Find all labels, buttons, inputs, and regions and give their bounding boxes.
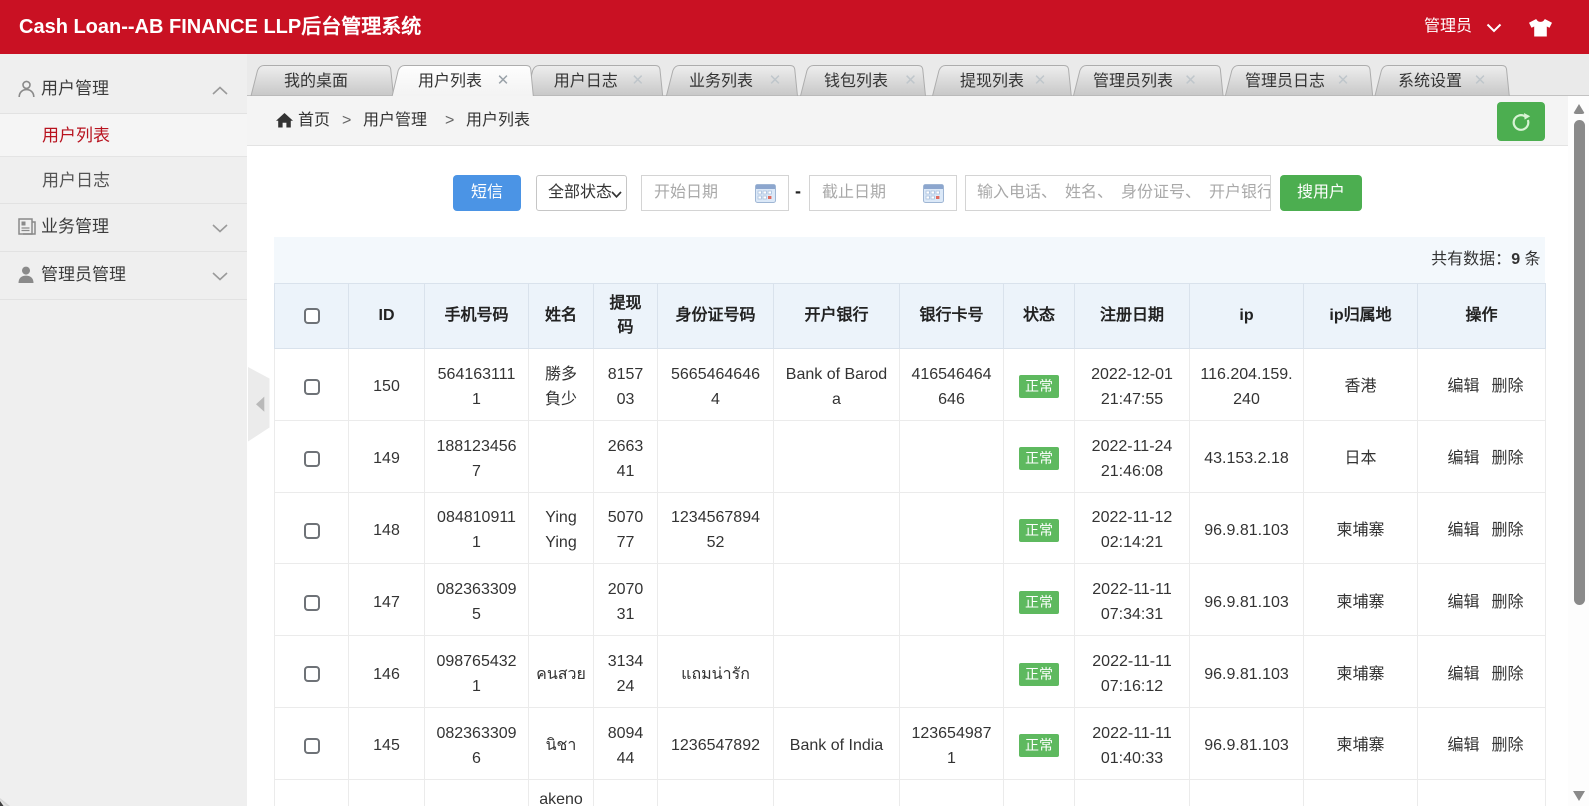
svg-text:我的桌面: 我的桌面 [284, 72, 348, 90]
svg-text:✕: ✕ [1337, 72, 1350, 89]
svg-text:✕: ✕ [497, 72, 510, 89]
svg-text:✕: ✕ [632, 72, 645, 89]
svg-text:✕: ✕ [904, 72, 917, 89]
svg-text:✕: ✕ [769, 72, 782, 89]
svg-text:钱包列表: 钱包列表 [824, 72, 888, 90]
svg-text:用户日志: 用户日志 [554, 72, 618, 90]
svg-text:业务列表: 业务列表 [689, 72, 753, 90]
svg-text:✕: ✕ [1184, 72, 1197, 89]
svg-text:✕: ✕ [1034, 72, 1047, 89]
svg-text:✕: ✕ [1474, 72, 1487, 89]
svg-text:管理员列表: 管理员列表 [1093, 72, 1173, 90]
svg-text:管理员日志: 管理员日志 [1245, 72, 1325, 90]
svg-text:系统设置: 系统设置 [1398, 72, 1462, 90]
svg-text:用户列表: 用户列表 [418, 72, 482, 90]
svg-text:提现列表: 提现列表 [960, 72, 1024, 90]
